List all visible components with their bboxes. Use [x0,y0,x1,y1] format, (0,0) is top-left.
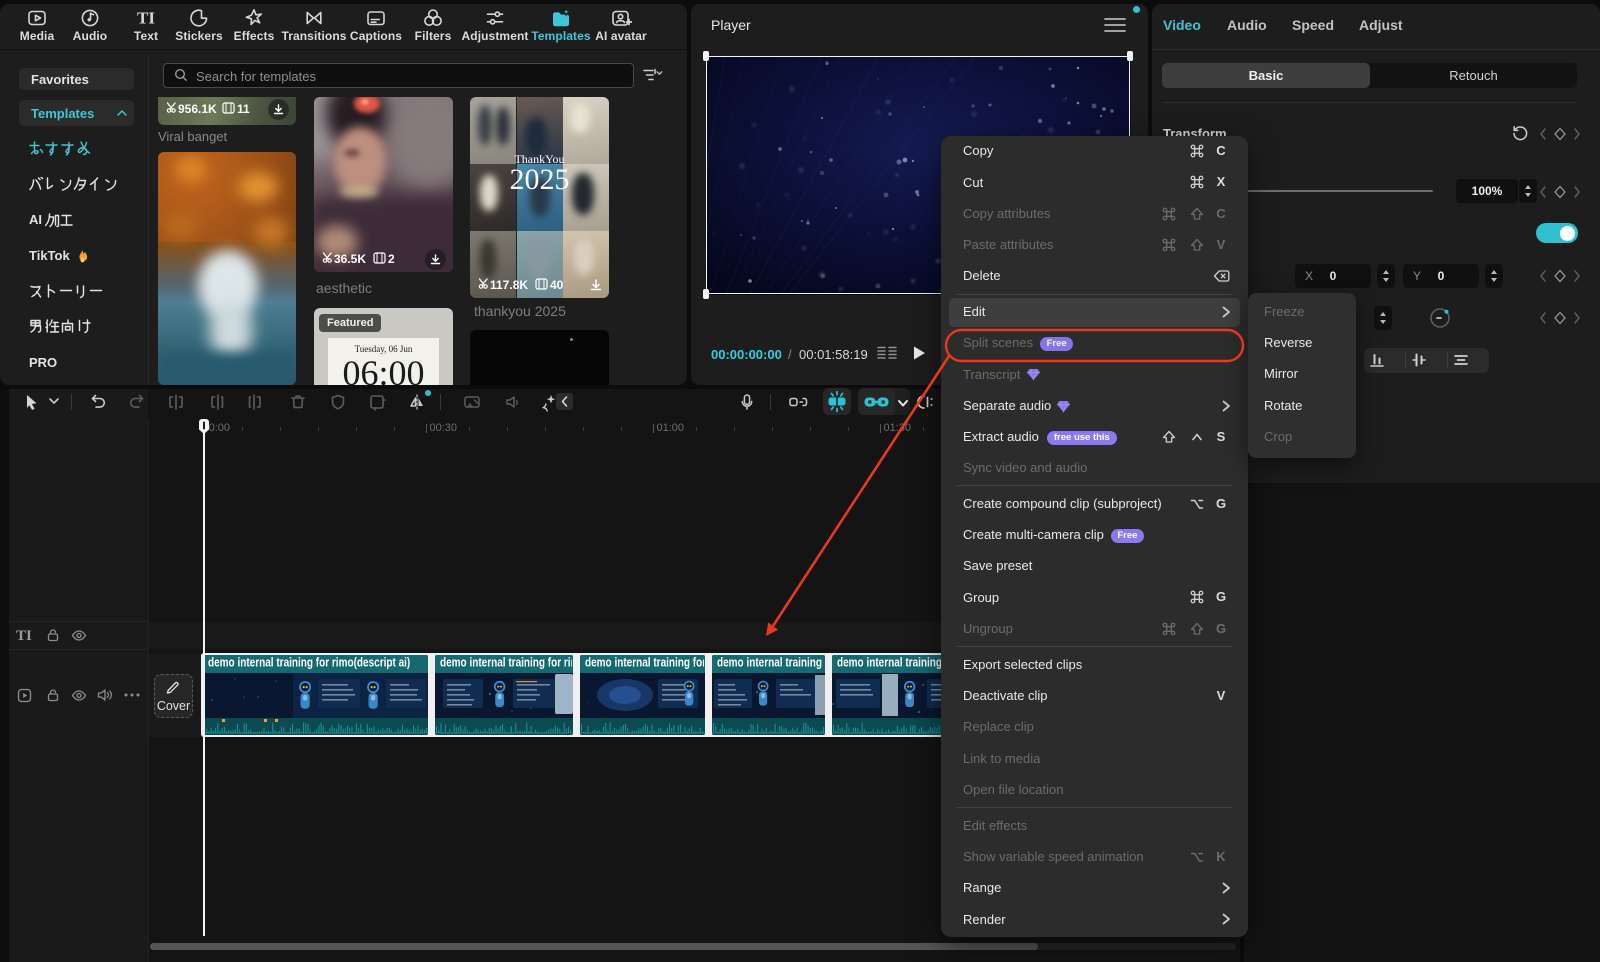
svg-text:11: 11 [237,102,250,116]
svg-text:36.5K: 36.5K [334,252,366,266]
svg-text:2: 2 [388,252,395,266]
svg-text:40: 40 [550,278,564,292]
svg-text:117.8K: 117.8K [490,278,528,292]
svg-text:956.1K: 956.1K [178,102,217,116]
svg-text:TI: TI [137,9,155,28]
